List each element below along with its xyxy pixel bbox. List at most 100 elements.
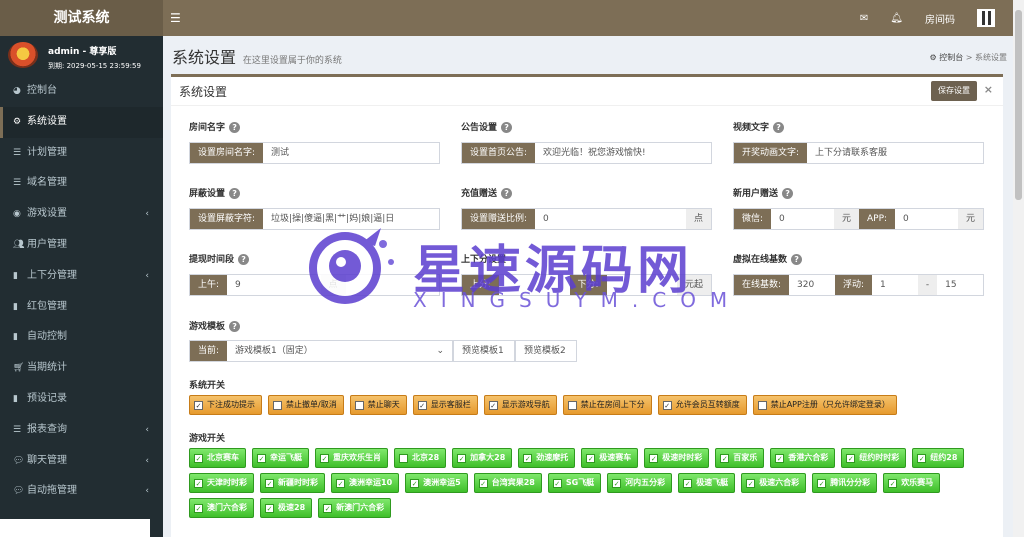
checkbox-checked-icon[interactable]: ✓ [662, 400, 672, 410]
switch-checkbox[interactable]: 禁止聊天 [349, 395, 407, 415]
mail-icon[interactable]: ✉ [860, 13, 868, 24]
checkbox-checked-icon[interactable]: ✓ [417, 400, 427, 410]
checkbox-checked-icon[interactable]: ✓ [817, 478, 827, 488]
checkbox-checked-icon[interactable]: ✓ [552, 478, 562, 488]
question-icon[interactable]: ? [229, 321, 241, 332]
switch-checkbox[interactable]: ✓ 重庆欢乐生肖 [315, 448, 388, 468]
sidebar-item[interactable]: ▮ 预设记录 [0, 384, 163, 415]
switch-checkbox[interactable]: ✓ 幸运飞艇 [252, 448, 309, 468]
sidebar-item[interactable]: ⚙ 系统设置 [0, 106, 163, 138]
checkbox-checked-icon[interactable]: ✓ [410, 478, 420, 488]
checkbox-checked-icon[interactable]: ✓ [586, 453, 596, 463]
question-icon[interactable]: ? [238, 254, 250, 265]
chevron-down-icon[interactable]: ⌄ [428, 341, 452, 361]
checkbox-checked-icon[interactable]: ✓ [194, 503, 203, 513]
switch-checkbox[interactable]: ✓ 下注成功提示 [189, 395, 262, 415]
sidebar-item[interactable]: 💬︎ 聊天管理 ‹ [0, 446, 163, 477]
checkbox-checked-icon[interactable]: ✓ [257, 453, 266, 463]
checkbox-checked-icon[interactable]: ✓ [265, 503, 274, 513]
checkbox-checked-icon[interactable]: ✓ [775, 453, 785, 463]
switch-checkbox[interactable]: ✓ 百家乐 [715, 448, 765, 468]
breadcrumb-home[interactable]: 控制台 [939, 53, 963, 62]
switch-checkbox[interactable]: 禁止在房间上下分 [562, 395, 652, 415]
close-icon[interactable]: × [984, 83, 993, 96]
checkbox-empty-icon[interactable] [273, 400, 282, 410]
checkbox-checked-icon[interactable]: ✓ [683, 478, 693, 488]
float-min-input[interactable]: 1 [872, 275, 918, 295]
switch-checkbox[interactable]: ✓ 澳门六合彩 [189, 498, 254, 518]
switch-checkbox[interactable]: 禁止撤单/取消 [268, 395, 344, 415]
sidebar-item[interactable]: ☰ 域名管理 [0, 168, 163, 199]
switch-checkbox[interactable]: ✓ 允许会员互转额度 [657, 395, 747, 415]
checkbox-empty-icon[interactable] [399, 453, 408, 463]
switch-checkbox[interactable]: ✓ 显示客服栏 [412, 395, 478, 415]
pm-input[interactable] [346, 275, 439, 295]
question-icon[interactable]: ? [501, 122, 513, 133]
checkbox-checked-icon[interactable]: ✓ [488, 400, 498, 410]
sidebar-item[interactable]: ☰ 计划管理 [0, 138, 163, 169]
video-text-input[interactable]: 上下分请联系客服 [807, 143, 983, 163]
checkbox-empty-icon[interactable] [757, 400, 767, 410]
switch-checkbox[interactable]: ✓ 劲速摩托 [518, 448, 576, 468]
question-icon[interactable]: ? [229, 188, 241, 199]
sidebar-item[interactable]: ◕ 控制台 [0, 76, 163, 107]
checkbox-checked-icon[interactable]: ✓ [612, 478, 622, 488]
am-input[interactable]: 9 [227, 275, 320, 295]
checkbox-checked-icon[interactable]: ✓ [478, 478, 488, 488]
checkbox-checked-icon[interactable]: ✓ [720, 453, 730, 463]
checkbox-empty-icon[interactable] [567, 400, 577, 410]
template-select[interactable]: 游戏模板1（固定） [227, 341, 428, 361]
switch-checkbox[interactable]: ✓ 加拿大28 [452, 448, 513, 468]
switch-checkbox[interactable]: ✓ 极速28 [260, 498, 313, 518]
down-input[interactable] [607, 275, 677, 295]
switch-checkbox[interactable]: ✓ 显示游戏导航 [483, 395, 557, 415]
online-base-input[interactable]: 320 [789, 275, 835, 295]
up-input[interactable] [499, 275, 569, 295]
switch-checkbox[interactable]: ✓ 澳洲幸运5 [405, 473, 468, 493]
switch-checkbox[interactable]: ✓ 香港六合彩 [770, 448, 836, 468]
checkbox-checked-icon[interactable]: ✓ [194, 453, 203, 463]
checkbox-checked-icon[interactable]: ✓ [888, 478, 898, 488]
switch-checkbox[interactable]: ✓ 极速六合彩 [741, 473, 807, 493]
bell-icon[interactable]: 🔔︎ [890, 13, 903, 24]
switch-checkbox[interactable]: ✓ 北京赛车 [189, 448, 246, 468]
checkbox-checked-icon[interactable]: ✓ [746, 478, 756, 488]
switch-checkbox[interactable]: ✓ 纽约时时彩 [841, 448, 907, 468]
app-input[interactable]: 0 [895, 209, 958, 229]
switch-checkbox[interactable]: ✓ 天津时时彩 [189, 473, 254, 493]
page-scrollbar[interactable] [1013, 0, 1024, 537]
sidebar-item[interactable]: ▮ 上下分管理 ‹ [0, 261, 163, 292]
brand-logo[interactable]: 测试系统 [0, 0, 163, 36]
sidebar-item[interactable]: ▮ 红包管理 [0, 292, 163, 323]
checkbox-checked-icon[interactable]: ✓ [846, 453, 856, 463]
switch-checkbox[interactable]: ✓ 澳洲幸运10 [331, 473, 400, 493]
switch-checkbox[interactable]: ✓ SG飞艇 [547, 473, 602, 493]
sidebar-item[interactable]: 💬︎ 自动拖管理 ‹ [0, 476, 163, 507]
checkbox-checked-icon[interactable]: ✓ [320, 453, 329, 463]
scrollbar-thumb[interactable] [1015, 10, 1022, 200]
switch-checkbox[interactable]: ✓ 纽约28 [912, 448, 965, 468]
checkbox-empty-icon[interactable] [354, 400, 364, 410]
checkbox-checked-icon[interactable]: ✓ [265, 478, 274, 488]
switch-checkbox[interactable]: ✓ 极速时时彩 [644, 448, 710, 468]
sidebar-item[interactable]: ▮ 自动控制 [0, 322, 163, 353]
shield-input[interactable]: 垃圾|操|傻逼|黑|艹|妈|娘|逼|日 [263, 209, 439, 229]
checkbox-checked-icon[interactable]: ✓ [323, 503, 333, 513]
hamburger-icon[interactable]: ☰ [170, 11, 181, 25]
switch-checkbox[interactable]: ✓ 新澳门六合彩 [318, 498, 392, 518]
switch-checkbox[interactable]: ✓ 欢乐赛马 [883, 473, 941, 493]
preview-template2-button[interactable]: 预览模板2 [515, 340, 577, 362]
checkbox-checked-icon[interactable]: ✓ [523, 453, 533, 463]
sidebar-item[interactable]: 👥︎ 用户管理 [0, 230, 163, 261]
float-max-input[interactable]: 15 [937, 275, 983, 295]
qr-code-icon[interactable] [977, 9, 995, 27]
preview-template1-button[interactable]: 预览模板1 [453, 340, 515, 362]
sidebar-item[interactable]: ☰ 报表查询 ‹ [0, 415, 163, 446]
checkbox-checked-icon[interactable]: ✓ [336, 478, 345, 488]
switch-checkbox[interactable]: ✓ 新疆时时彩 [260, 473, 325, 493]
switch-checkbox[interactable]: 北京28 [394, 448, 447, 468]
checkbox-checked-icon[interactable]: ✓ [649, 453, 659, 463]
switch-checkbox[interactable]: ✓ 极速赛车 [581, 448, 639, 468]
checkbox-checked-icon[interactable]: ✓ [194, 478, 203, 488]
checkbox-checked-icon[interactable]: ✓ [194, 400, 203, 410]
